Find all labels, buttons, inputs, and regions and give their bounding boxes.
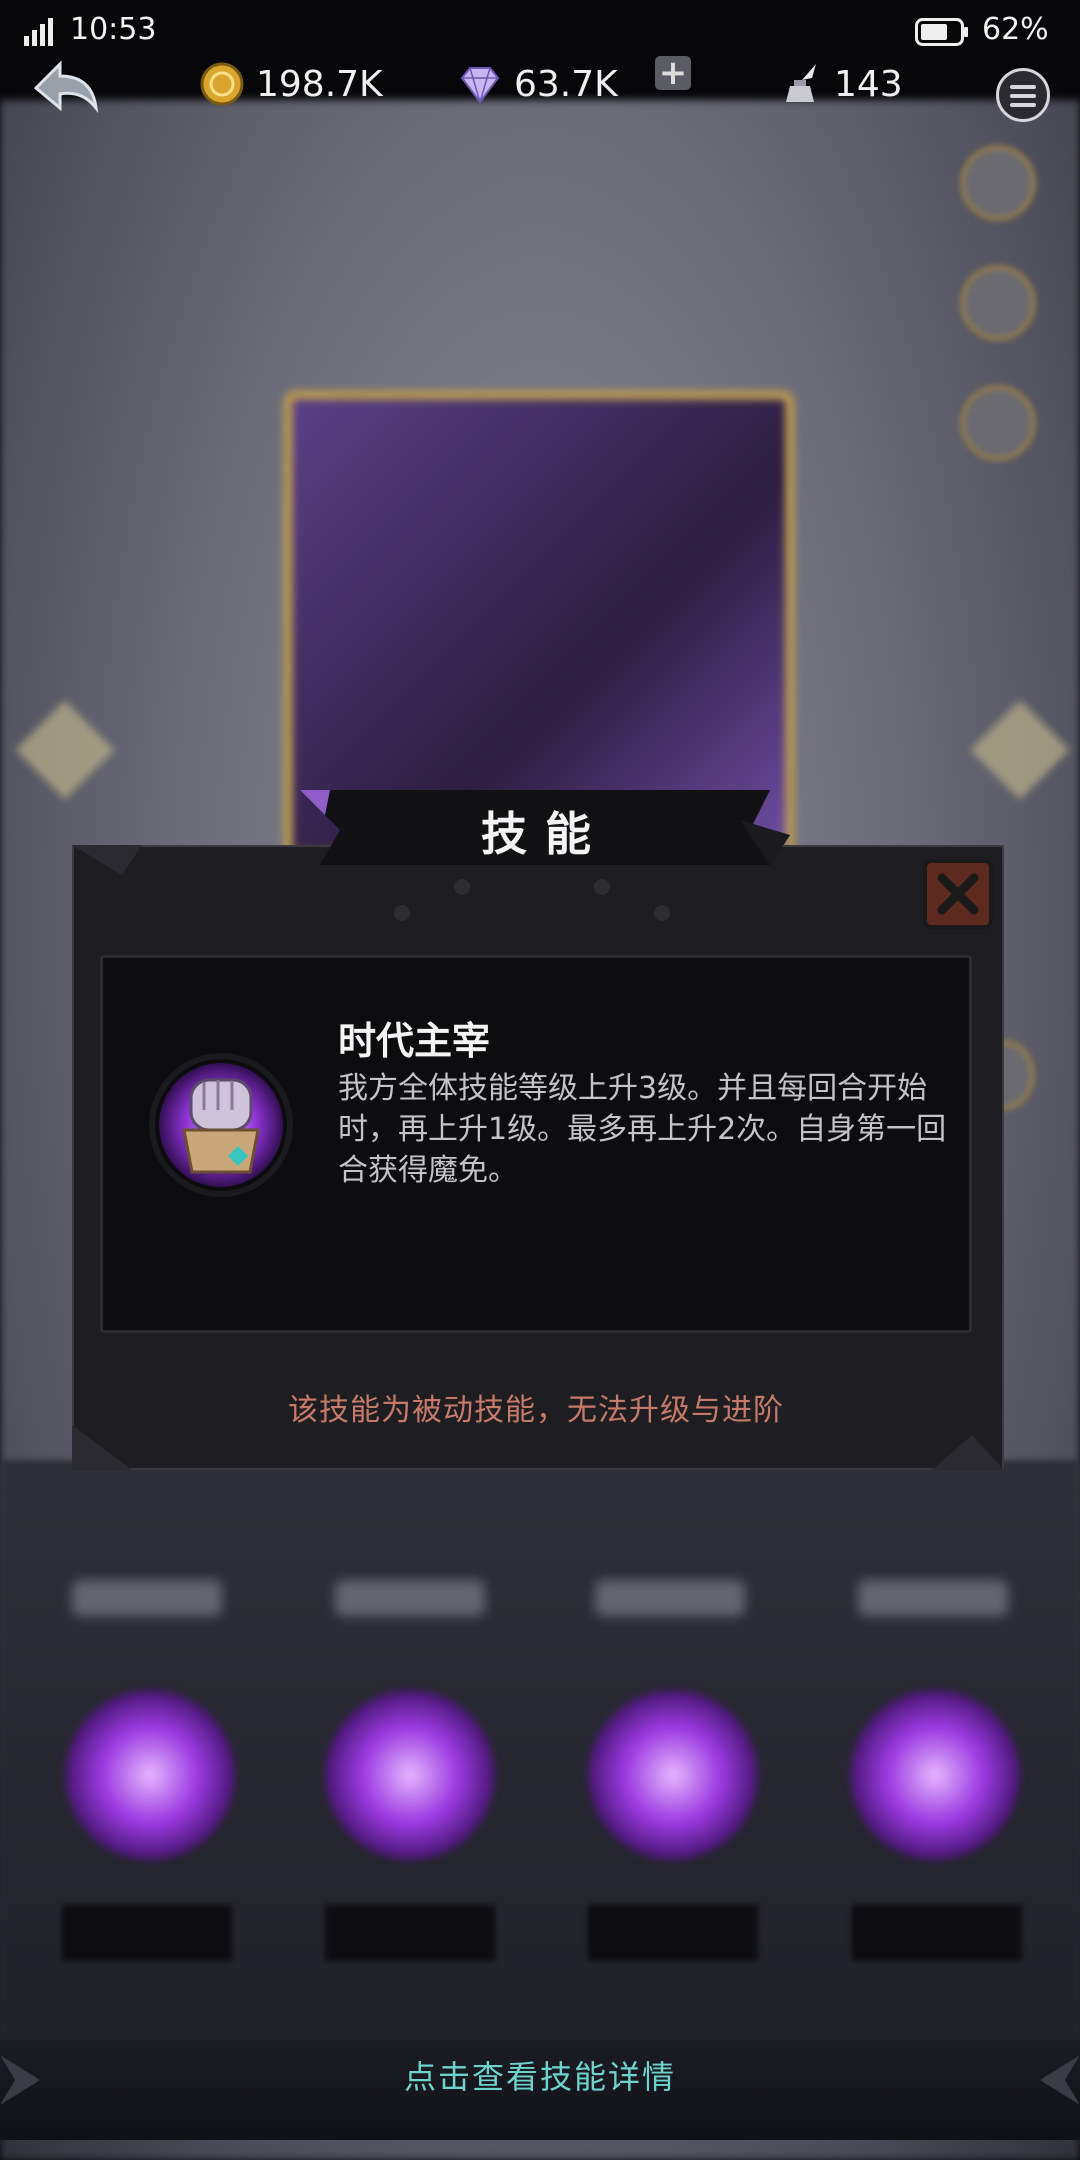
skill-banner-title: 技能 <box>481 807 609 861</box>
fist-skill-icon <box>149 1053 293 1197</box>
skill-description: 我方全体技能等级上升3级。并且每回合开始时，再上升1级。最多再上升2次。自身第一… <box>338 1071 947 1188</box>
passive-skill-note: 该技能为被动技能，无法升级与进阶 <box>288 1393 784 1428</box>
skill-name: 时代主宰 <box>338 1019 491 1063</box>
close-icon[interactable] <box>922 858 994 930</box>
